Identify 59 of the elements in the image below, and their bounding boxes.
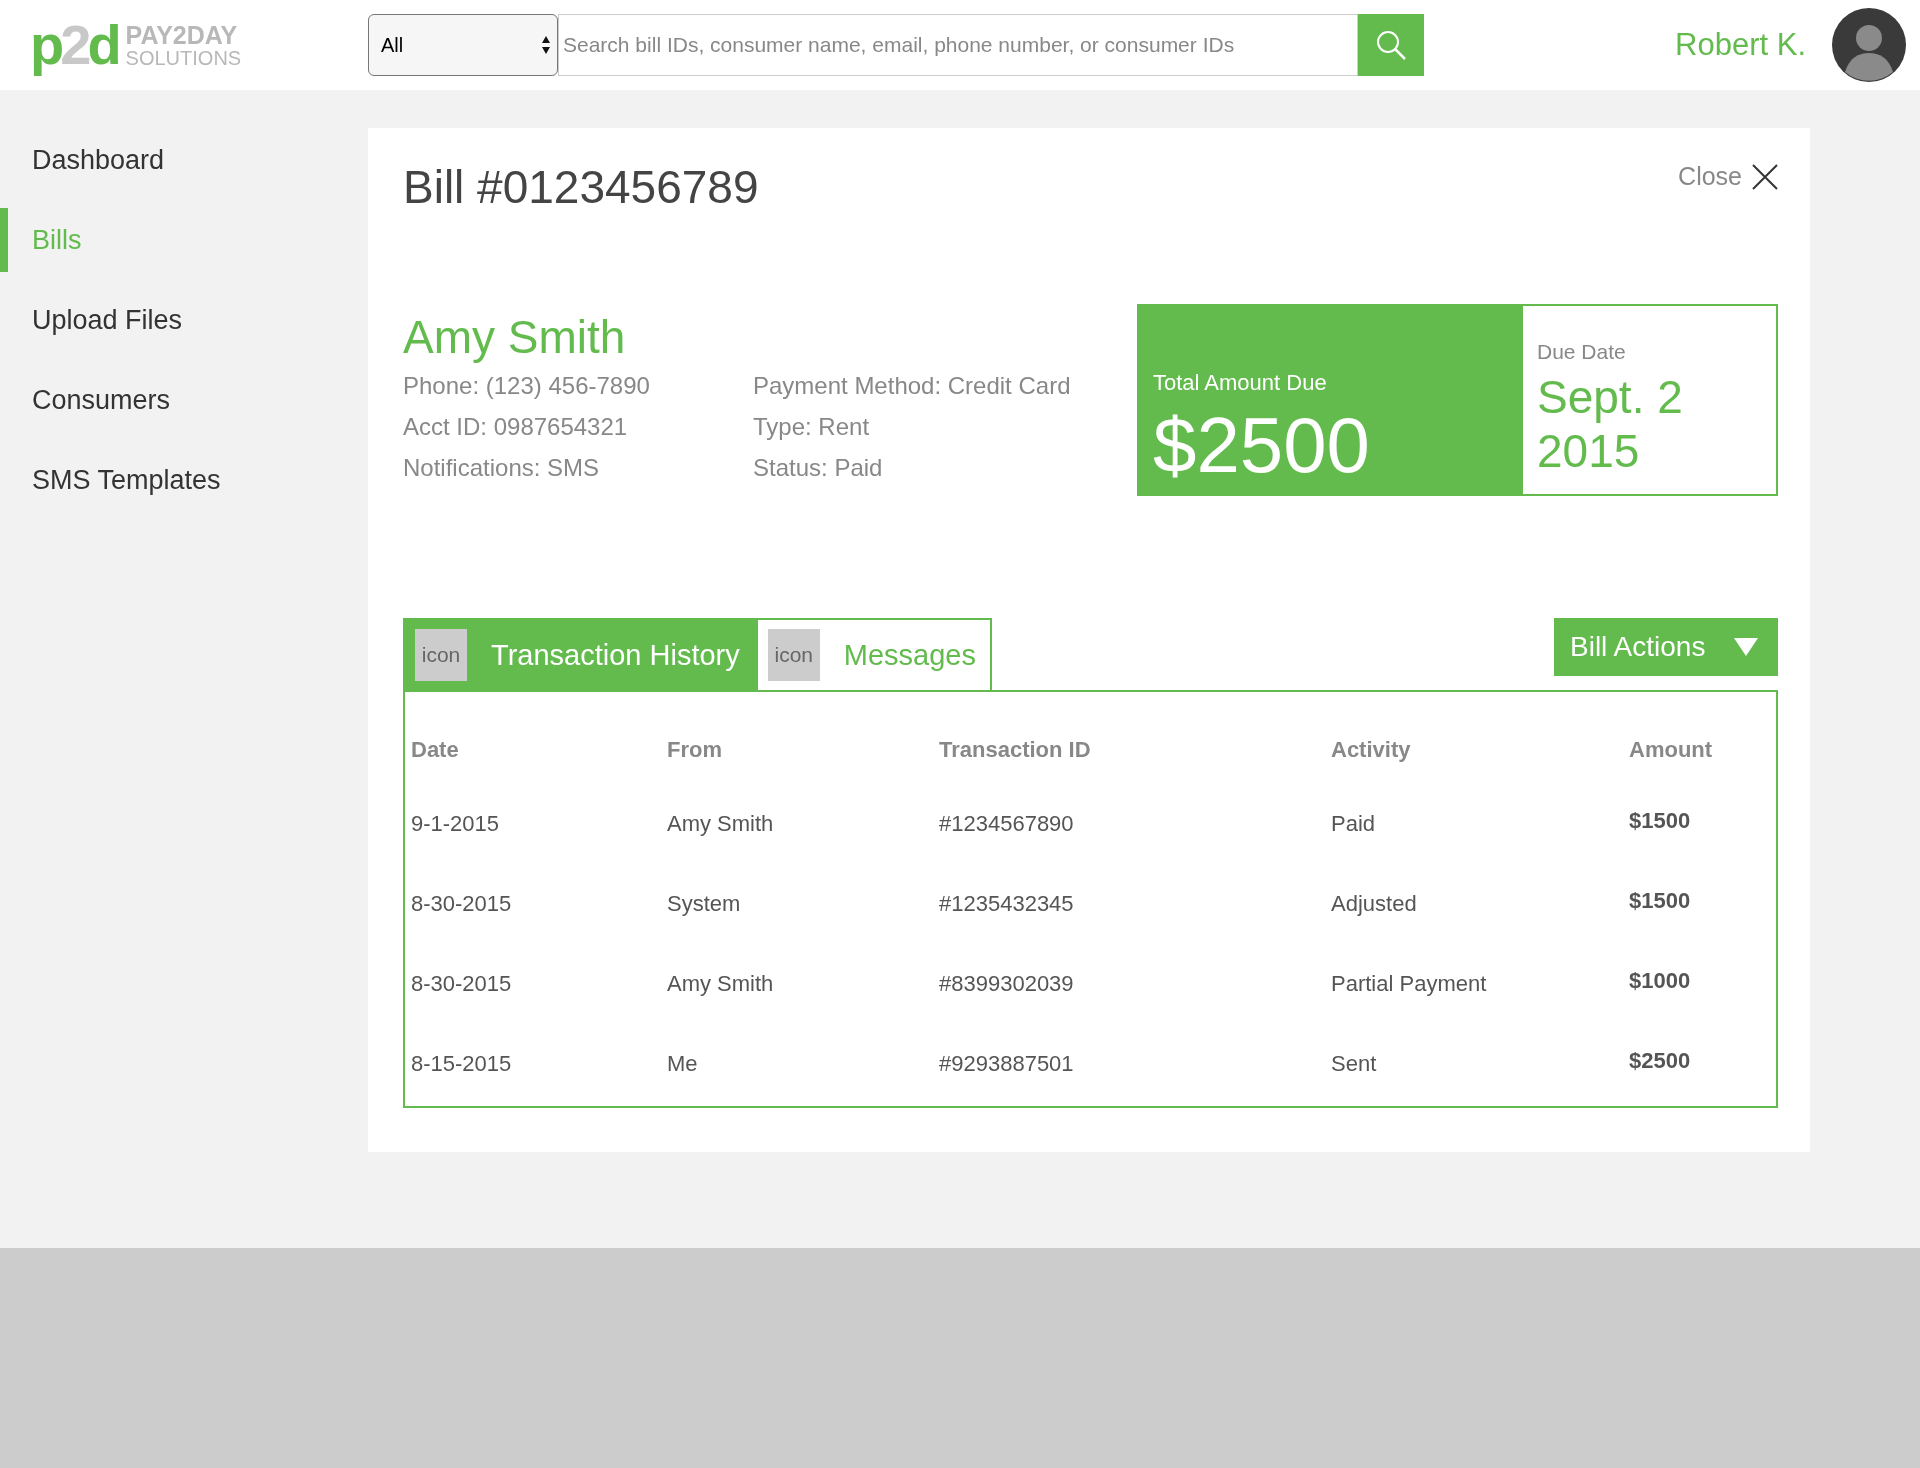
table-cell-text: #1234567890 bbox=[939, 810, 1075, 838]
due-date: Sept. 2 bbox=[1537, 370, 1684, 425]
table-cell-text: Amy Smith bbox=[667, 970, 775, 998]
table-cell-text: System bbox=[667, 890, 742, 918]
table-cell-text: Adjusted bbox=[1331, 890, 1418, 918]
search-field[interactable]: Search bill IDs, consumer name, email, phone number, or consumer IDs bbox=[558, 14, 1358, 76]
total-amount: $2500 bbox=[1153, 406, 1371, 484]
table-cell-text: #9293887501 bbox=[939, 1050, 1075, 1078]
logo-text: PAY2DAY bbox=[125, 22, 239, 48]
consumer-name: Amy Smith bbox=[403, 310, 627, 364]
sidebar-item[interactable]: Upload Files bbox=[0, 288, 368, 352]
icon-placeholder: icon bbox=[415, 629, 467, 681]
table-cell-text: $2500 bbox=[1629, 1047, 1692, 1075]
detail-text: Type: Rent bbox=[753, 413, 871, 441]
detail-text: Status: Paid bbox=[753, 454, 884, 482]
due-label: Due Date bbox=[1537, 340, 1627, 364]
sidebar-item[interactable]: Dashboard bbox=[0, 128, 368, 192]
scope-select[interactable]: All bbox=[368, 14, 558, 76]
logo-subtitle: SOLUTIONS bbox=[125, 47, 242, 68]
close-button[interactable]: Close bbox=[1678, 162, 1778, 191]
total-label: Total Amount Due bbox=[1153, 370, 1328, 396]
sidebar-item[interactable]: SMS Templates bbox=[0, 448, 368, 512]
table-cell-text: Me bbox=[667, 1050, 699, 1078]
due-year: 2015 bbox=[1537, 424, 1641, 479]
sidebar-item[interactable]: Bills bbox=[0, 208, 368, 272]
sidebar-item[interactable]: Consumers bbox=[0, 368, 368, 432]
detail-text: Phone: (123) 456-7890 bbox=[403, 372, 651, 400]
table-cell-text: 9-1-2015 bbox=[411, 810, 501, 838]
column-header: From bbox=[667, 736, 723, 764]
caret-icon bbox=[1734, 638, 1758, 656]
table-cell-text: $1000 bbox=[1629, 967, 1692, 995]
table-cell-text: #8399302039 bbox=[939, 970, 1075, 998]
table-cell-text: $1500 bbox=[1629, 807, 1692, 835]
close-icon bbox=[1752, 163, 1778, 190]
bill-actions-button[interactable]: Bill Actions bbox=[1554, 618, 1778, 676]
detail-text: Notifications: SMS bbox=[403, 454, 601, 482]
icon-placeholder: icon bbox=[767, 629, 820, 681]
column-header: Transaction ID bbox=[939, 736, 1092, 764]
table-cell-text: 8-30-2015 bbox=[411, 890, 513, 918]
user-name[interactable]: Robert K. bbox=[1675, 27, 1806, 63]
detail-text: Payment Method: Credit Card bbox=[753, 372, 1072, 400]
tab[interactable]: icon Transaction History bbox=[403, 618, 756, 690]
avatar[interactable] bbox=[1832, 8, 1906, 82]
table-cell-text: Sent bbox=[1331, 1050, 1378, 1078]
table-cell-text: $1500 bbox=[1629, 887, 1692, 915]
column-header: Amount bbox=[1629, 736, 1714, 764]
table-cell-text: Amy Smith bbox=[667, 810, 775, 838]
sort-arrows-icon bbox=[541, 35, 551, 55]
detail-text: Acct ID: 0987654321 bbox=[403, 413, 629, 441]
column-header: Activity bbox=[1331, 736, 1412, 764]
table-cell-text: 8-15-2015 bbox=[411, 1050, 513, 1078]
search-icon bbox=[1375, 29, 1407, 61]
table-cell-text: #1235432345 bbox=[939, 890, 1075, 918]
table-cell-text: 8-30-2015 bbox=[411, 970, 513, 998]
column-header: Date bbox=[411, 736, 460, 764]
tab[interactable]: icon Messages bbox=[755, 618, 992, 690]
table-cell-text: Paid bbox=[1331, 810, 1377, 838]
bill-title: Bill #0123456789 bbox=[403, 160, 759, 214]
table-cell-text: Partial Payment bbox=[1331, 970, 1488, 998]
